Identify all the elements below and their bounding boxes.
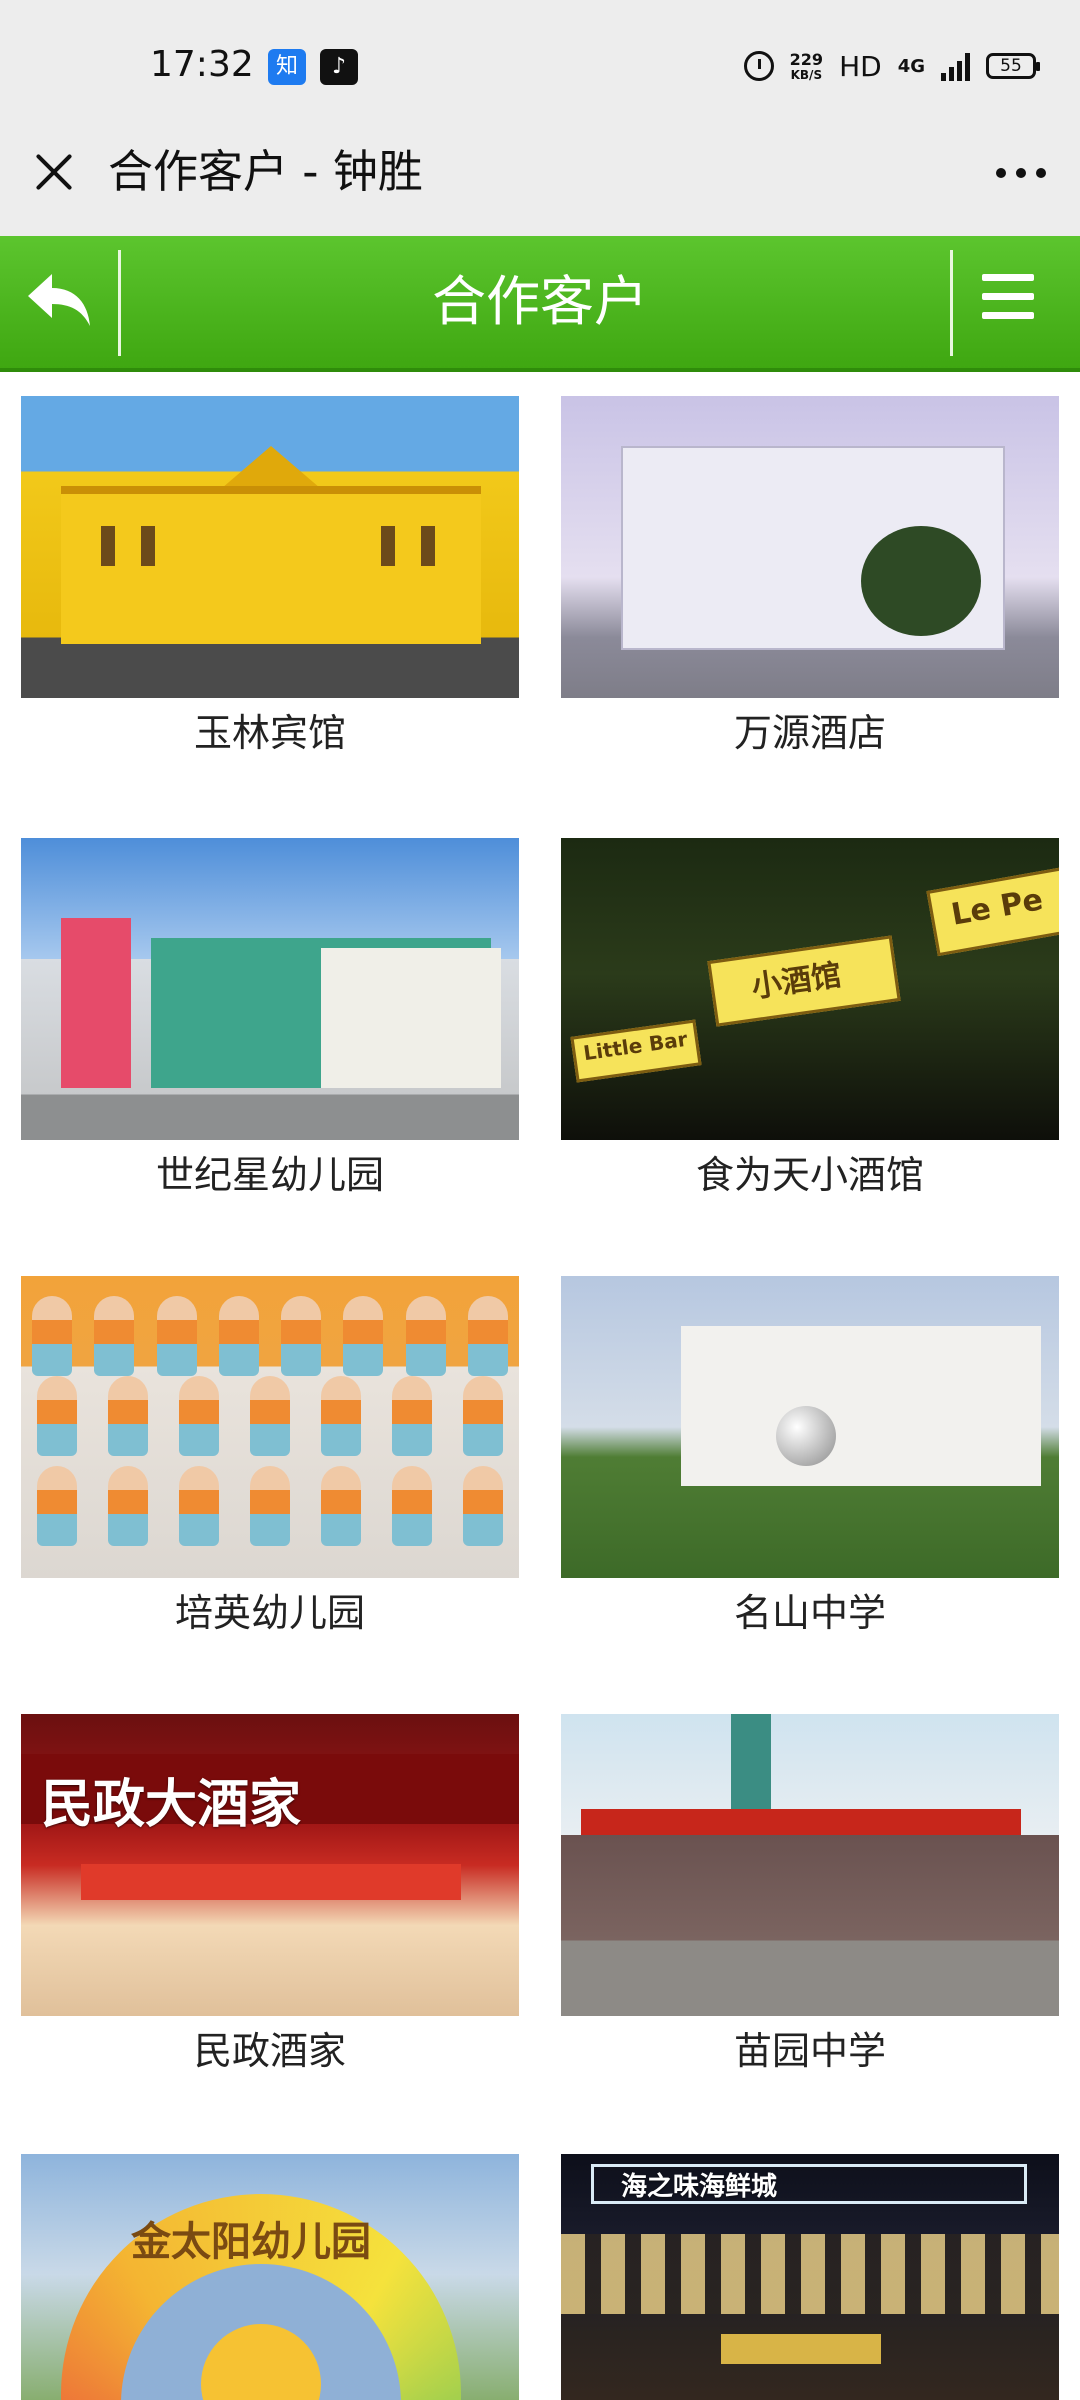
client-card[interactable]: 民政大酒家 民政酒家 <box>21 1714 519 2076</box>
client-card[interactable]: 海之味海鲜城 <box>561 2154 1059 2400</box>
client-photo <box>21 838 519 1140</box>
close-icon[interactable] <box>28 146 80 198</box>
client-photo <box>561 396 1059 698</box>
menu-icon[interactable] <box>982 274 1038 330</box>
client-photo <box>561 1714 1059 2016</box>
client-card[interactable]: 玉林宾馆 <box>21 396 519 758</box>
client-photo <box>21 396 519 698</box>
client-name: 玉林宾馆 <box>193 711 346 755</box>
client-photo: 海之味海鲜城 <box>561 2154 1059 2400</box>
site-header: 合作客户 <box>0 236 1080 372</box>
client-photo <box>21 1276 519 1578</box>
tiktok-notification-icon: ♪ <box>320 49 358 85</box>
status-bar: 17:32 知 ♪ 229 KB/S HD 4G 55 <box>0 0 1080 124</box>
client-card[interactable]: 金太阳幼儿园 <box>21 2154 519 2400</box>
more-options-icon[interactable] <box>996 168 1046 178</box>
client-photo: 金太阳幼儿园 <box>21 2154 519 2400</box>
photo-sign-text: 海之味海鲜城 <box>621 2172 778 2202</box>
client-name: 苗园中学 <box>733 2029 886 2073</box>
client-grid: 玉林宾馆 万源酒店 世纪星幼儿园 小酒馆 Little Bar Le Pe 食为… <box>0 372 1080 2400</box>
network-speed-value: 229 <box>789 50 824 69</box>
client-card[interactable]: 世纪星幼儿园 <box>21 838 519 1200</box>
client-name: 食为天小酒馆 <box>695 1153 924 1197</box>
client-photo: 小酒馆 Little Bar Le Pe <box>561 838 1059 1140</box>
alarm-icon <box>743 51 774 81</box>
client-card[interactable]: 苗园中学 <box>561 1714 1059 2076</box>
client-name: 世纪星幼儿园 <box>155 1153 384 1197</box>
client-name: 名山中学 <box>733 1591 886 1635</box>
client-card[interactable]: 名山中学 <box>561 1276 1059 1638</box>
client-card[interactable]: 培英幼儿园 <box>21 1276 519 1638</box>
webview-title-bar: 合作客户 - 钟胜 <box>0 124 1080 236</box>
battery-icon: 55 <box>986 53 1040 79</box>
network-speed: 229 KB/S <box>789 50 824 82</box>
client-name: 培英幼儿园 <box>174 1591 365 1635</box>
client-name: 万源酒店 <box>733 711 886 755</box>
client-name: 民政酒家 <box>193 2029 346 2073</box>
zhihu-notification-icon: 知 <box>268 49 306 85</box>
network-type: 4G <box>897 55 925 77</box>
page-title: 合作客户 - 钟胜 <box>108 145 423 198</box>
photo-sign-text: 民政大酒家 <box>41 1775 302 1835</box>
client-photo: 民政大酒家 <box>21 1714 519 2016</box>
photo-sign-text: 金太阳幼儿园 <box>131 2219 371 2265</box>
client-card[interactable]: 万源酒店 <box>561 396 1059 758</box>
hd-indicator: HD <box>839 49 882 83</box>
signal-icon <box>941 51 970 81</box>
header-title: 合作客户 <box>432 270 648 333</box>
status-time: 17:32 <box>150 44 254 85</box>
client-photo <box>561 1276 1059 1578</box>
status-indicators: 229 KB/S HD 4G 55 <box>743 46 1040 86</box>
client-card[interactable]: 小酒馆 Little Bar Le Pe 食为天小酒馆 <box>561 838 1059 1200</box>
header-divider-right <box>950 250 953 356</box>
network-speed-unit: KB/S <box>790 68 823 82</box>
